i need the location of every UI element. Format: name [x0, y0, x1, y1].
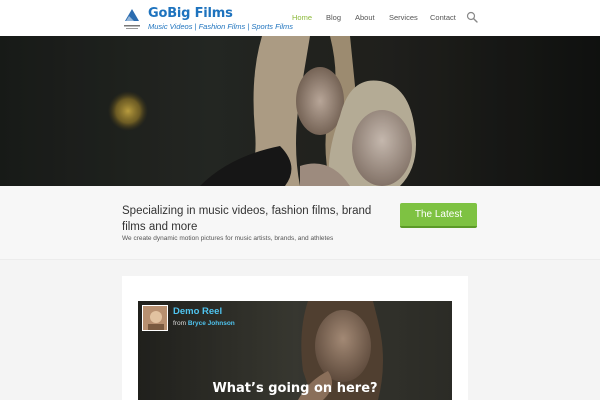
nav-services[interactable]: Services [389, 13, 418, 22]
nav-about[interactable]: About [355, 13, 375, 22]
video-byline: from Bryce Johnson [173, 320, 235, 327]
nav-blog[interactable]: Blog [326, 13, 341, 22]
hero-image [0, 36, 600, 186]
byline-from: from [173, 320, 186, 327]
video-caption: What’s going on here? [212, 381, 378, 396]
search-icon[interactable] [466, 11, 478, 23]
intro-subtext: We create dynamic motion pictures for mu… [122, 235, 334, 242]
site-header: GoBig Films Music Videos | Fashion Films… [0, 0, 600, 36]
video-title[interactable]: Demo Reel [173, 306, 222, 317]
the-latest-button[interactable]: The Latest [400, 203, 477, 228]
intro-section: Specializing in music videos, fashion fi… [0, 186, 600, 260]
author-avatar[interactable] [142, 305, 168, 331]
logo-icon[interactable] [122, 7, 142, 31]
brand[interactable]: GoBig Films Music Videos | Fashion Films… [148, 6, 293, 32]
author-link[interactable]: Bryce Johnson [188, 320, 235, 327]
intro-headline: Specializing in music videos, fashion fi… [122, 205, 372, 233]
nav-home[interactable]: Home [292, 13, 312, 22]
brand-tagline: Music Videos | Fashion Films | Sports Fi… [148, 22, 294, 31]
brand-title[interactable]: GoBig Films [148, 6, 293, 21]
nav-contact[interactable]: Contact [430, 13, 456, 22]
